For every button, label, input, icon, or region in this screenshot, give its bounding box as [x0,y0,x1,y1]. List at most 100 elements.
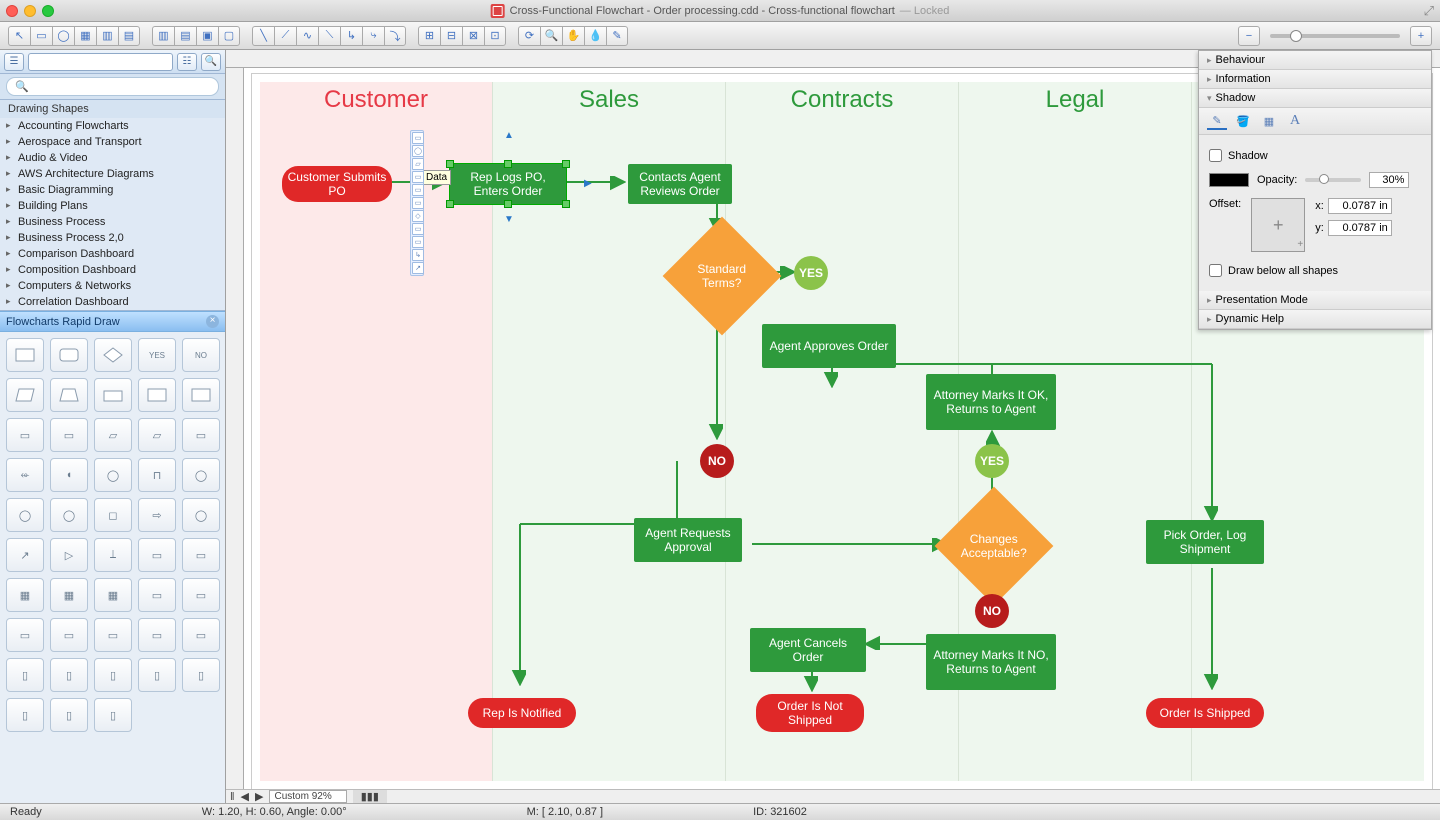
shape-g26[interactable]: ▭ [6,618,44,652]
shape-rect[interactable] [6,338,44,372]
fly-shape[interactable]: ↳ [412,249,424,261]
fly-shape[interactable]: ▭ [412,132,424,144]
shape-g5[interactable]: ▭ [182,418,220,452]
node-rep-notified[interactable]: Rep Is Notified [468,698,576,728]
shape-g23[interactable]: ▦ [94,578,132,612]
shape-card[interactable] [94,378,132,412]
shape-g20[interactable]: ▭ [182,538,220,572]
close-icon[interactable]: × [206,315,219,328]
node-agent-requests[interactable]: Agent Requests Approval [634,518,742,562]
rapid-draw-header[interactable]: Flowcharts Rapid Draw × [0,311,225,332]
tree-item[interactable]: Building Plans [0,198,225,214]
shape-g9[interactable]: ⊓ [138,458,176,492]
shape-g1[interactable]: ▭ [6,418,44,452]
node-agent-cancels[interactable]: Agent Cancels Order [750,628,866,672]
shape-yes[interactable]: YES [138,338,176,372]
shape-g6[interactable]: ⬰ [6,458,44,492]
shape-parallelogram[interactable] [6,378,44,412]
fly-shape[interactable]: ◇ [412,210,424,222]
shape-g15[interactable]: ◯ [182,498,220,532]
panel-tab-search-icon[interactable]: 🔍 [201,53,221,71]
shape-g4[interactable]: ▱ [138,418,176,452]
offset-x-input[interactable] [1328,198,1392,214]
container-tool[interactable]: ▣ [196,26,218,46]
sheet-nav-icon[interactable]: ‖ [230,791,235,803]
section-dynamic-help[interactable]: ▸Dynamic Help [1199,310,1431,329]
spline-tool[interactable]: ∿ [296,26,318,46]
align4-tool[interactable]: ⊡ [484,26,506,46]
pencil-tool[interactable]: ✎ [606,26,628,46]
shape-rounded[interactable] [50,338,88,372]
zoom-tool[interactable]: 🔍 [540,26,562,46]
shape-g17[interactable]: ▷ [50,538,88,572]
shape-picker-flyout[interactable]: ▭◯ ▱▭ ▭▭ ◇▭ ▭↳ ↗ [410,130,424,276]
connector3-tool[interactable]: ⤵ [384,26,406,46]
node-yes2[interactable]: YES [975,444,1009,478]
shape-g38[interactable]: ▯ [94,698,132,732]
shape-display[interactable] [138,378,176,412]
node-agent-approves[interactable]: Agent Approves Order [762,324,896,368]
section-shadow[interactable]: ▾Shadow [1199,89,1431,108]
table-tool[interactable]: ▦ [74,26,96,46]
fly-shape[interactable]: ▭ [412,197,424,209]
fly-shape[interactable]: ◯ [412,145,424,157]
swimlane-v-tool[interactable]: ▤ [174,26,196,46]
tree-item[interactable]: Business Process 2,0 [0,230,225,246]
fly-shape[interactable]: ▭ [412,184,424,196]
tree-item[interactable]: Basic Diagramming [0,182,225,198]
rectangle-tool[interactable]: ▭ [30,26,52,46]
shape-g27[interactable]: ▭ [50,618,88,652]
maximize-icon[interactable]: ⤢ [1424,3,1434,19]
align2-tool[interactable]: ⊟ [440,26,462,46]
polyline-tool[interactable]: ⟍ [318,26,340,46]
node-no2[interactable]: NO [975,594,1009,628]
shadow-tab-text[interactable]: A [1285,112,1305,130]
connector2-tool[interactable]: ⤷ [362,26,384,46]
shape-diamond[interactable] [94,338,132,372]
arc-tool[interactable]: ⟋ [274,26,296,46]
shape-g22[interactable]: ▦ [50,578,88,612]
row-tool[interactable]: ▤ [118,26,140,46]
tree-item[interactable]: AWS Architecture Diagrams [0,166,225,182]
shape-g30[interactable]: ▭ [182,618,220,652]
shape-trapezoid[interactable] [50,378,88,412]
zoom-in-button[interactable]: + [1410,26,1432,46]
pan-tool[interactable]: ✋ [562,26,584,46]
panel-tab-tree[interactable]: ☰ [4,53,24,71]
tree-item[interactable]: Business Process [0,214,225,230]
shape-g31[interactable]: ▯ [6,658,44,692]
library-tree[interactable]: Drawing Shapes Accounting Flowcharts Aer… [0,100,225,311]
sheet-prev-icon[interactable]: ◀ [241,790,249,803]
shape-g16[interactable]: ↗ [6,538,44,572]
shadow-color-swatch[interactable] [1209,173,1249,187]
tree-item[interactable]: Composition Dashboard [0,262,225,278]
shape-g33[interactable]: ▯ [94,658,132,692]
shape-g8[interactable]: ◯ [94,458,132,492]
section-behaviour[interactable]: ▸Behaviour [1199,51,1431,70]
fly-shape[interactable]: ▭ [412,171,424,183]
sheet-next-icon[interactable]: ▶ [255,790,263,803]
node-attorney-ok[interactable]: Attorney Marks It OK, Returns to Agent [926,374,1056,430]
draw-below-checkbox[interactable]: Draw below all shapes [1209,264,1421,277]
tree-item[interactable]: Correlation Dashboard [0,294,225,310]
shape-g28[interactable]: ▭ [94,618,132,652]
rotate-tool[interactable]: ⟳ [518,26,540,46]
opacity-value[interactable]: 30% [1369,172,1409,188]
shape-g24[interactable]: ▭ [138,578,176,612]
fly-shape[interactable]: ▭ [412,223,424,235]
section-presentation[interactable]: ▸Presentation Mode [1199,291,1431,310]
node-shipped[interactable]: Order Is Shipped [1146,698,1264,728]
node-rep-logs-selected[interactable]: Rep Logs PO, Enters Order [450,164,566,204]
shape-doc[interactable] [182,378,220,412]
shape-g12[interactable]: ◯ [50,498,88,532]
ellipse-tool[interactable]: ◯ [52,26,74,46]
zoom-out-button[interactable]: − [1238,26,1260,46]
tree-item[interactable]: Accounting Flowcharts [0,118,225,134]
panel-tab-list[interactable]: ☷ [177,53,197,71]
shape-g35[interactable]: ▯ [182,658,220,692]
align3-tool[interactable]: ⊠ [462,26,484,46]
shape-g10[interactable]: ◯ [182,458,220,492]
node-contacts-agent[interactable]: Contacts Agent Reviews Order [628,164,732,204]
fly-shape[interactable]: ↗ [412,262,424,274]
connector1-tool[interactable]: ↳ [340,26,362,46]
